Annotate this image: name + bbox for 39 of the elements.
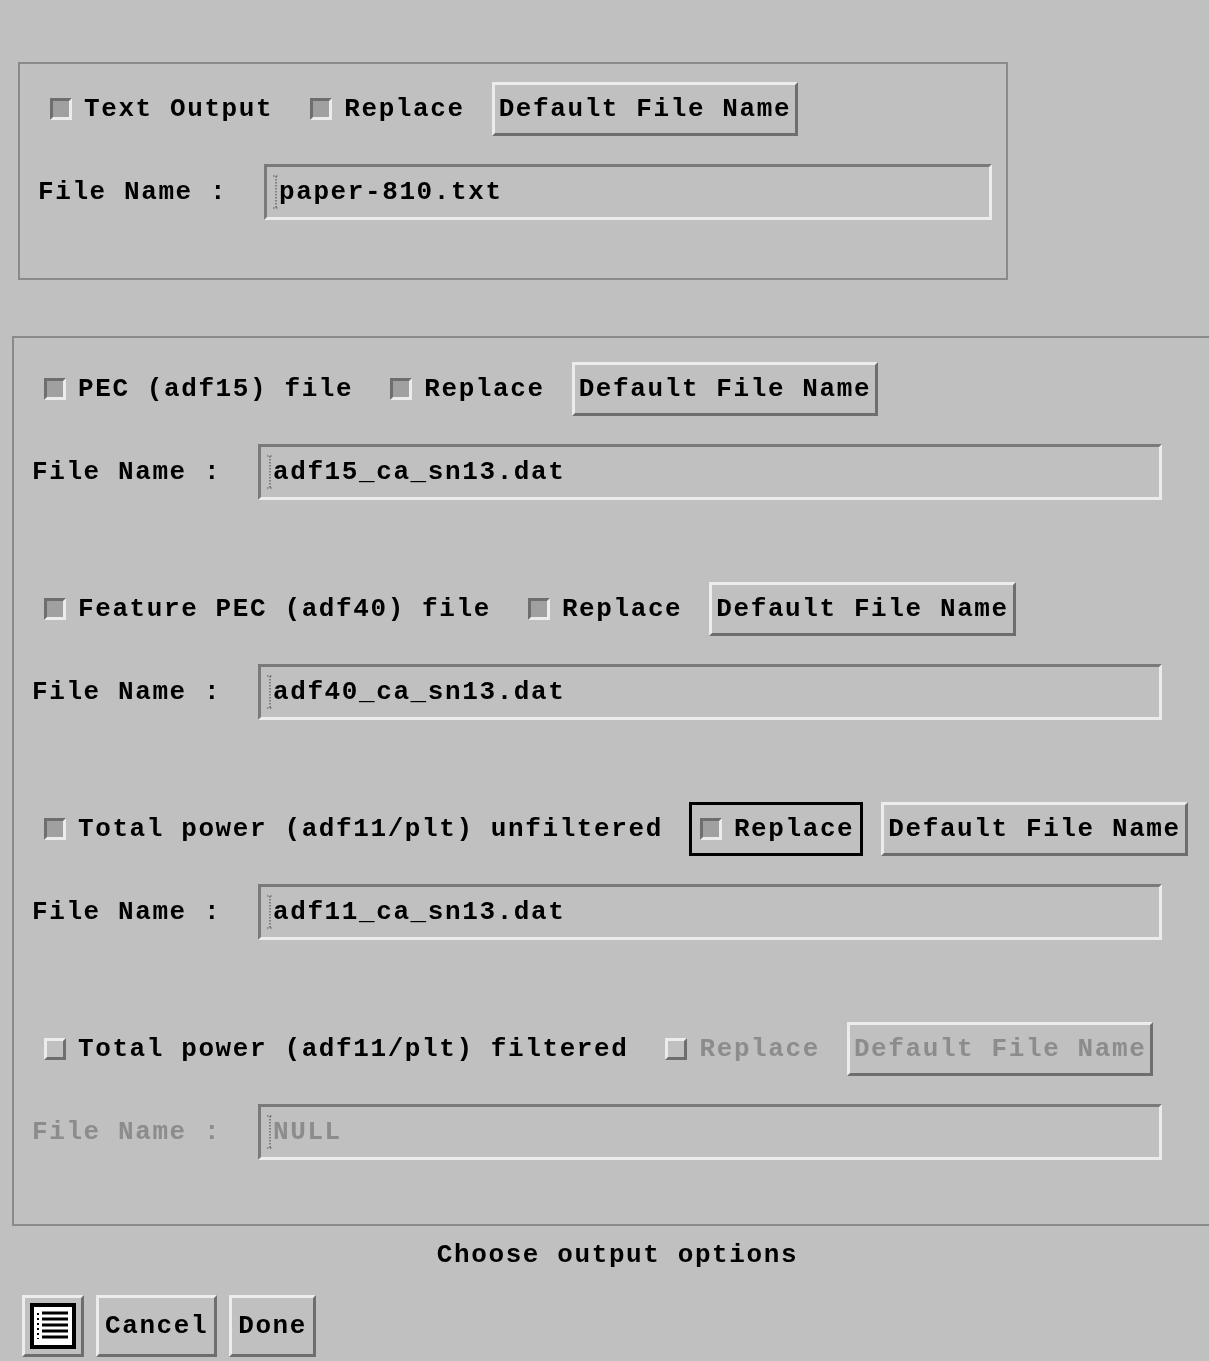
status-message: Choose output options [436, 1239, 799, 1272]
text-cursor-icon [273, 175, 279, 209]
replace-label: Replace [344, 92, 465, 126]
option-label: Total power (adf11/plt) unfiltered [78, 812, 663, 846]
file-name-label: File Name : [32, 455, 223, 489]
file-name-label: File Name : [38, 175, 229, 209]
option-label: Text Output [84, 92, 274, 126]
replace-label: Replace [424, 372, 545, 406]
list-button[interactable] [22, 1295, 84, 1357]
done-button[interactable]: Done [229, 1295, 317, 1357]
file-name-field[interactable]: paper-810.txt [264, 164, 992, 220]
default-file-name-button[interactable]: Default File Name [571, 362, 879, 416]
option-label: Total power (adf11/plt) filtered [78, 1032, 629, 1066]
text-cursor-icon [267, 1115, 273, 1149]
checkbox[interactable] [390, 378, 413, 400]
option-label: Feature PEC (adf40) file [78, 592, 491, 626]
file-name-label: File Name : [32, 675, 223, 709]
replace-label: Replace [561, 592, 683, 626]
default-file-name-button[interactable]: Default File Name [709, 582, 1016, 636]
checkbox[interactable] [310, 98, 333, 120]
cancel-button[interactable]: Cancel [96, 1295, 218, 1357]
checkbox[interactable] [50, 98, 72, 120]
text-cursor-icon [267, 455, 273, 489]
file-name-field[interactable]: adf40_ca_sn13.dat [258, 664, 1162, 720]
checkbox[interactable] [699, 818, 722, 840]
file-name-label: File Name : [32, 895, 223, 929]
checkbox[interactable] [44, 818, 66, 840]
default-file-name-button[interactable]: Default File Name [491, 82, 799, 136]
checkbox[interactable] [527, 598, 550, 620]
text-cursor-icon [267, 895, 273, 929]
text-cursor-icon [267, 675, 273, 709]
replace-label: Replace [733, 812, 855, 846]
file-name-field[interactable]: adf15_ca_sn13.dat [258, 444, 1162, 500]
checkbox[interactable] [44, 378, 66, 400]
option-label: PEC (adf15) file [78, 372, 354, 406]
default-file-name-button[interactable]: Default File Name [881, 802, 1188, 856]
file-name-field[interactable]: adf11_ca_sn13.dat [258, 884, 1162, 940]
checkbox[interactable] [44, 598, 66, 620]
list-icon [30, 1303, 76, 1349]
